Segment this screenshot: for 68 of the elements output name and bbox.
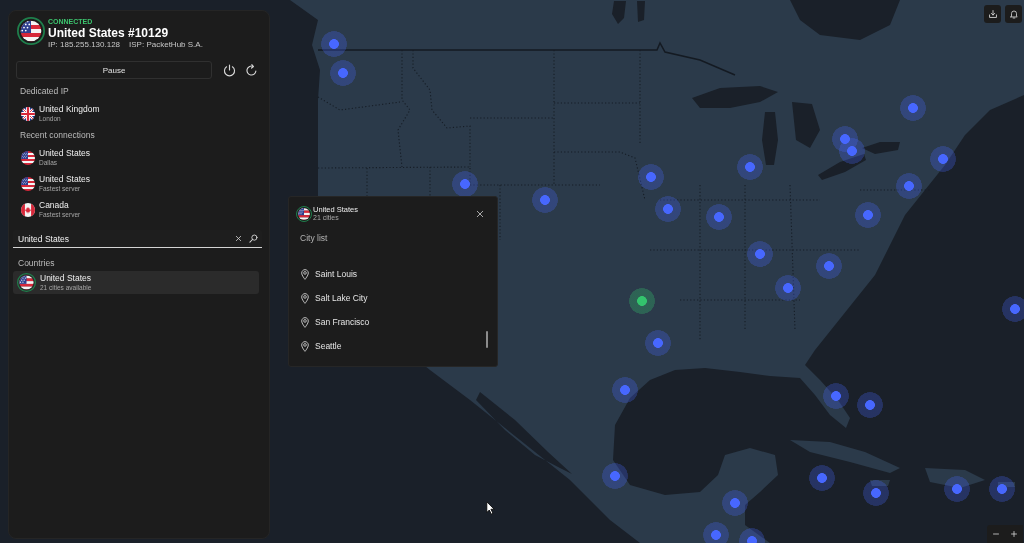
plus-icon[interactable] bbox=[1010, 530, 1018, 538]
server-marker[interactable] bbox=[703, 522, 729, 543]
server-marker[interactable] bbox=[629, 288, 655, 314]
server-name: United States #10129 bbox=[48, 26, 169, 40]
server-marker[interactable] bbox=[823, 383, 849, 409]
server-marker[interactable] bbox=[655, 196, 681, 222]
country-name: United States bbox=[40, 273, 92, 283]
server-marker[interactable] bbox=[863, 480, 889, 506]
city-name[interactable]: Seattle bbox=[315, 340, 342, 352]
server-marker[interactable] bbox=[775, 275, 801, 301]
server-marker[interactable] bbox=[330, 60, 356, 86]
server-marker[interactable] bbox=[855, 202, 881, 228]
server-marker[interactable] bbox=[839, 138, 865, 164]
location-pin-icon bbox=[301, 316, 309, 328]
server-marker[interactable] bbox=[816, 253, 842, 279]
close-icon[interactable] bbox=[476, 209, 484, 218]
server-marker[interactable] bbox=[857, 392, 883, 418]
server-marker[interactable] bbox=[900, 95, 926, 121]
power-icon[interactable] bbox=[223, 63, 236, 77]
scrollbar-thumb[interactable] bbox=[486, 331, 488, 348]
location-pin-icon bbox=[301, 268, 309, 280]
country-name[interactable]: Canada bbox=[39, 200, 69, 210]
location-pin-icon bbox=[301, 292, 309, 304]
uk-flag-icon bbox=[21, 106, 35, 121]
server-marker[interactable] bbox=[645, 330, 671, 356]
search-icon[interactable] bbox=[249, 234, 258, 243]
refresh-icon[interactable] bbox=[245, 63, 258, 77]
server-marker[interactable] bbox=[989, 476, 1015, 502]
minus-icon[interactable] bbox=[992, 530, 1000, 538]
isp-name: ISP: PacketHub S.A. bbox=[129, 40, 203, 50]
server-marker[interactable] bbox=[602, 463, 628, 489]
ip-address: IP: 185.255.130.128 bbox=[48, 40, 121, 50]
location-pin-icon bbox=[301, 340, 309, 352]
server-marker[interactable] bbox=[737, 154, 763, 180]
server-marker[interactable] bbox=[612, 377, 638, 403]
section-heading: City list bbox=[300, 233, 329, 244]
server-marker[interactable] bbox=[809, 465, 835, 491]
section-heading: Dedicated IP bbox=[20, 86, 69, 96]
server-marker[interactable] bbox=[832, 126, 858, 152]
country-name[interactable]: United States bbox=[39, 174, 91, 184]
server-marker[interactable] bbox=[1002, 296, 1024, 322]
server-marker[interactable] bbox=[706, 204, 732, 230]
city-name[interactable]: Salt Lake City bbox=[315, 292, 368, 304]
server-marker[interactable] bbox=[452, 171, 478, 197]
canada-flag-icon bbox=[21, 202, 35, 217]
section-heading: Countries bbox=[18, 258, 55, 268]
us-flag-icon bbox=[21, 150, 35, 165]
country-name[interactable]: United Kingdom bbox=[39, 104, 100, 114]
mouse-pointer-icon bbox=[486, 501, 495, 515]
server-marker[interactable] bbox=[944, 476, 970, 502]
section-heading: Recent connections bbox=[20, 130, 95, 140]
city-name[interactable]: San Francisco bbox=[315, 316, 370, 328]
server-marker[interactable] bbox=[532, 187, 558, 213]
server-marker[interactable] bbox=[321, 31, 347, 57]
notifications-button[interactable] bbox=[1005, 5, 1022, 23]
download-icon bbox=[987, 9, 998, 19]
city-name[interactable]: Saint Louis bbox=[315, 268, 358, 280]
pause-button[interactable]: Pause bbox=[16, 61, 212, 79]
server-marker[interactable] bbox=[638, 164, 664, 190]
server-marker[interactable] bbox=[722, 490, 748, 516]
clear-icon[interactable] bbox=[235, 235, 242, 242]
country-name[interactable]: United States bbox=[39, 148, 91, 158]
bell-icon bbox=[1008, 9, 1019, 19]
download-button[interactable] bbox=[984, 5, 1001, 23]
server-marker[interactable] bbox=[930, 146, 956, 172]
us-flag-icon bbox=[21, 176, 35, 191]
server-marker[interactable] bbox=[896, 173, 922, 199]
server-marker[interactable] bbox=[747, 241, 773, 267]
